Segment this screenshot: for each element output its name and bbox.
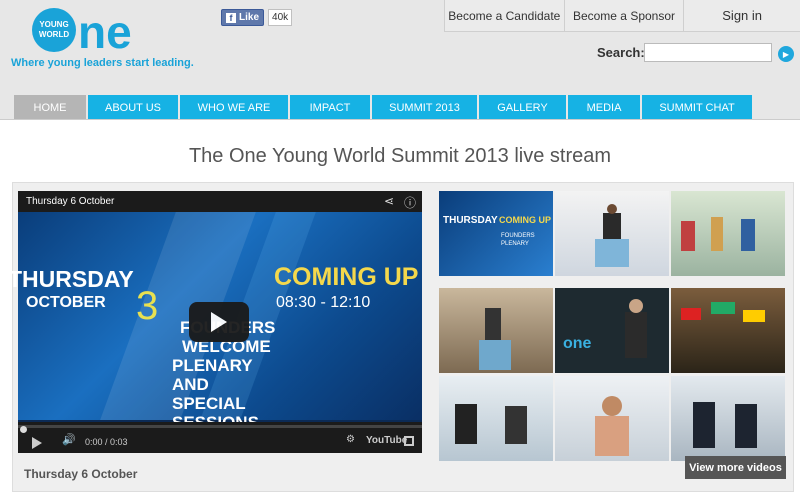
tagline: Where young leaders start leading. xyxy=(11,57,194,69)
one-young-world-logo[interactable]: YOUNG WORLD ne xyxy=(28,6,158,58)
nav-media[interactable]: MEDIA xyxy=(568,95,640,119)
thumbnail-image xyxy=(595,204,629,267)
video-thumbnail[interactable] xyxy=(671,376,785,461)
svg-text:FOUNDERS: FOUNDERS xyxy=(501,233,535,239)
search-submit-button[interactable]: ▶ xyxy=(778,46,794,62)
search-label: Search: xyxy=(597,45,645,60)
video-thumbnails: THURSDAY COMING UP FOUNDERS PLENARY one xyxy=(439,191,785,461)
arrow-right-icon: ▶ xyxy=(782,49,790,59)
page-title: The One Young World Summit 2013 live str… xyxy=(188,145,612,167)
thumbnail-image xyxy=(455,404,527,444)
video-thumbnail[interactable]: one xyxy=(555,288,669,373)
thumbnail-image xyxy=(479,308,511,370)
video-controls: 🔊 0:00 / 0:03 ⚙ YouTube xyxy=(18,422,422,453)
slide-line: SPECIAL xyxy=(172,394,246,413)
video-title: Thursday 6 October xyxy=(26,196,115,207)
nav-summit-chat[interactable]: SUMMIT CHAT xyxy=(642,95,752,119)
svg-text:YOUNG: YOUNG xyxy=(39,20,68,29)
video-time: 0:00 / 0:03 xyxy=(85,437,128,447)
control-play-icon[interactable] xyxy=(32,437,42,449)
top-navigation: Become a Candidate Become a Sponsor Sign… xyxy=(444,0,800,32)
video-thumbnail[interactable] xyxy=(671,288,785,373)
thumbnail-image xyxy=(681,302,765,322)
slide-day: 3 xyxy=(136,284,159,328)
progress-bar[interactable] xyxy=(18,425,422,433)
thumbnail-image: THURSDAY COMING UP FOUNDERS PLENARY xyxy=(443,215,551,247)
slide-thursday: THURSDAY xyxy=(8,266,134,292)
svg-text:ne: ne xyxy=(78,6,132,58)
nav-impact[interactable]: IMPACT xyxy=(290,95,370,119)
progress-handle[interactable] xyxy=(20,426,27,433)
video-thumbnail[interactable] xyxy=(555,191,669,276)
volume-icon[interactable]: 🔊 xyxy=(62,433,76,446)
thumbnail-image xyxy=(681,217,755,251)
share-icon[interactable]: ⋖ xyxy=(384,194,394,208)
view-more-videos-button[interactable]: View more videos xyxy=(685,456,786,479)
slide-line: PLENARY xyxy=(172,356,253,375)
nav-about-us[interactable]: ABOUT US xyxy=(88,95,178,119)
become-candidate-link[interactable]: Become a Candidate xyxy=(445,0,565,31)
svg-text:THURSDAY: THURSDAY xyxy=(443,215,498,226)
facebook-like-widget[interactable]: f Like 40k xyxy=(221,9,293,26)
main-navigation: HOME ABOUT US WHO WE ARE IMPACT SUMMIT 2… xyxy=(14,95,754,119)
info-icon[interactable]: ⓘ xyxy=(404,194,416,211)
svg-text:one: one xyxy=(563,335,592,352)
nav-who-we-are[interactable]: WHO WE ARE xyxy=(180,95,288,119)
thumbnail-image xyxy=(693,402,757,448)
facebook-like-count: 40k xyxy=(268,9,293,26)
slide-line: AND xyxy=(172,375,209,394)
sign-in-link[interactable]: Sign in xyxy=(684,0,800,31)
header: YOUNG WORLD ne Where young leaders start… xyxy=(0,0,800,92)
fullscreen-icon[interactable] xyxy=(404,436,414,446)
settings-gear-icon[interactable]: ⚙ xyxy=(346,434,355,445)
play-icon xyxy=(211,312,227,332)
nav-gallery[interactable]: GALLERY xyxy=(479,95,566,119)
slide-october: OCTOBER xyxy=(26,294,106,311)
video-thumbnail[interactable]: THURSDAY COMING UP FOUNDERS PLENARY xyxy=(439,191,553,276)
video-thumbnail[interactable] xyxy=(439,288,553,373)
thumbnail-image: one xyxy=(563,299,647,358)
video-thumbnail[interactable] xyxy=(671,191,785,276)
youtube-logo[interactable]: YouTube xyxy=(366,435,407,446)
slide-coming-up: COMING UP xyxy=(274,263,419,291)
facebook-icon: f xyxy=(226,12,236,23)
play-button[interactable] xyxy=(189,302,249,342)
svg-text:WORLD: WORLD xyxy=(39,30,69,39)
thumbnail-image xyxy=(595,396,629,456)
video-thumbnail[interactable] xyxy=(439,376,553,461)
svg-text:COMING UP: COMING UP xyxy=(499,215,551,225)
nav-summit-2013[interactable]: SUMMIT 2013 xyxy=(372,95,477,119)
slide-time: 08:30 - 12:10 xyxy=(276,294,371,311)
facebook-like-label: Like xyxy=(239,12,260,23)
video-thumbnail[interactable] xyxy=(555,376,669,461)
svg-text:PLENARY: PLENARY xyxy=(501,241,529,247)
nav-home[interactable]: HOME xyxy=(14,95,86,119)
video-caption: Thursday 6 October xyxy=(24,467,138,481)
video-title-bar: Thursday 6 October ⋖ ⓘ xyxy=(18,191,422,212)
facebook-like-button[interactable]: f Like xyxy=(221,9,265,26)
become-sponsor-link[interactable]: Become a Sponsor xyxy=(565,0,685,31)
search-input[interactable] xyxy=(644,43,772,62)
